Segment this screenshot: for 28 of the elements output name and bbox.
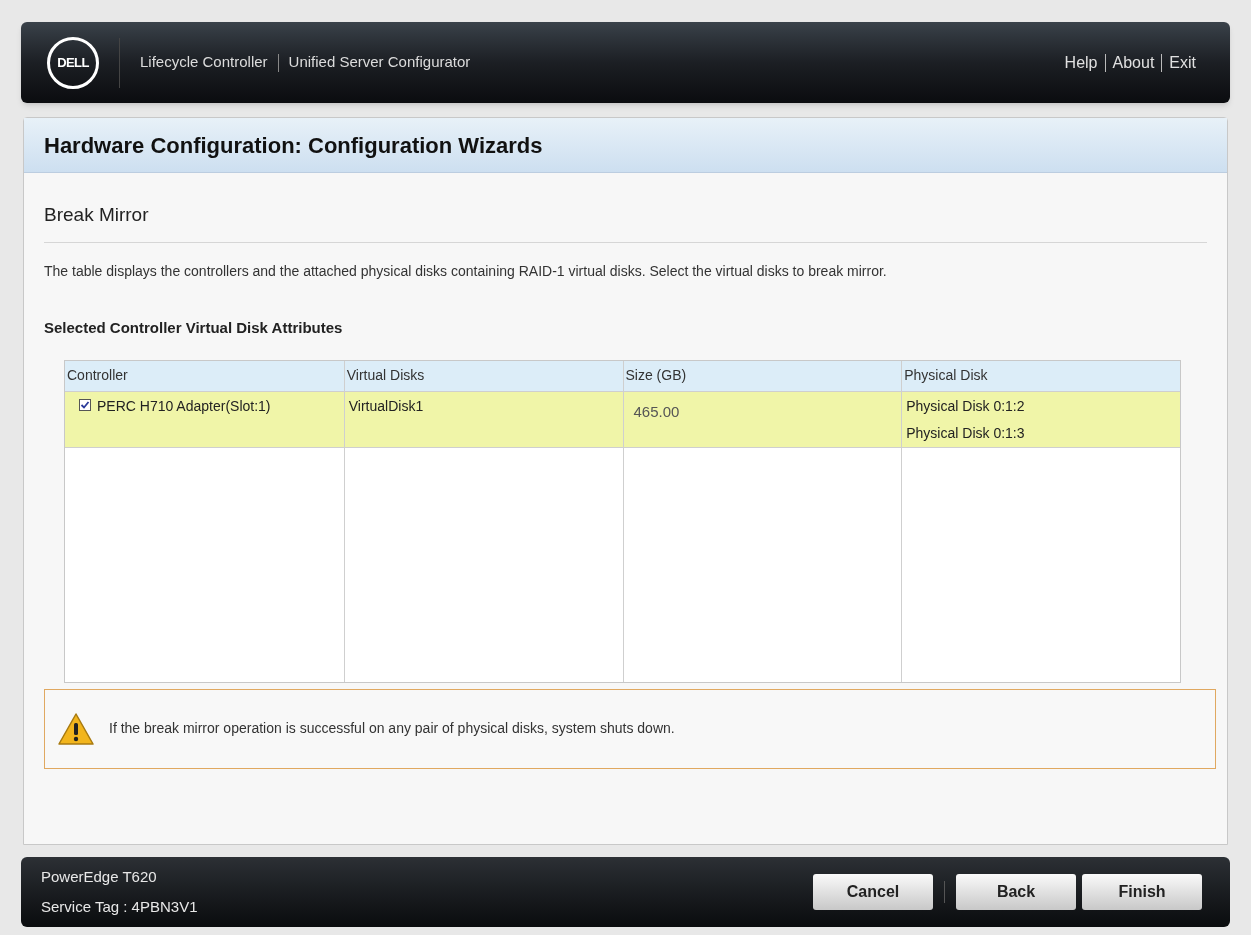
- table-cell-text: Physical Disk 0:1:3: [906, 423, 1026, 443]
- table-cell-text: PERC H710 Adapter(Slot:1): [97, 396, 271, 416]
- footer-button[interactable]: Back: [956, 874, 1076, 910]
- page-title: Hardware Configuration: Configuration Wizards: [44, 131, 543, 160]
- column-header: Size (GB): [625, 366, 687, 385]
- service-tag: Service Tag : 4PBN3V1: [41, 896, 198, 919]
- header-link[interactable]: Help: [1064, 50, 1098, 75]
- table-cell: VirtualDisk1: [348, 397, 424, 414]
- section-title: Break Mirror: [44, 204, 149, 225]
- warning-text: If the break mirror operation is successful on any pair of physical disks, system shuts down.: [109, 719, 675, 738]
- column-header: Controller: [67, 366, 128, 385]
- footer-button[interactable]: Finish: [1082, 874, 1202, 910]
- warning-icon: [57, 711, 95, 746]
- column-header: Physical Disk: [904, 366, 988, 385]
- column-header: Virtual Disks: [346, 366, 425, 385]
- logo: DELL: [47, 36, 99, 89]
- header-link[interactable]: About: [1112, 50, 1155, 75]
- table-cell: 465.00: [633, 402, 680, 420]
- app-title: Lifecycle Controller: [140, 52, 268, 73]
- table-cell-text: Physical Disk 0:1:2: [906, 396, 1026, 416]
- description-text: The table displays the controllers and the attached physical disks containing RAID-1 virtual disks. Select the virtual disks to break mirror.: [44, 261, 888, 281]
- model-name: PowerEdge T620: [41, 866, 158, 887]
- table-title: Selected Controller Virtual Disk Attributes: [44, 318, 343, 336]
- checkbox[interactable]: [79, 398, 91, 411]
- footer-button[interactable]: Cancel: [813, 874, 933, 910]
- table-row[interactable]: PERC H710 Adapter(Slot:1) VirtualDisk1 465.00 Physical Disk 0:1:2 Physical Disk 0:1:3: [65, 391, 1180, 448]
- header-link[interactable]: Exit: [1169, 50, 1196, 75]
- app-title: Unified Server Configurator: [288, 52, 471, 73]
